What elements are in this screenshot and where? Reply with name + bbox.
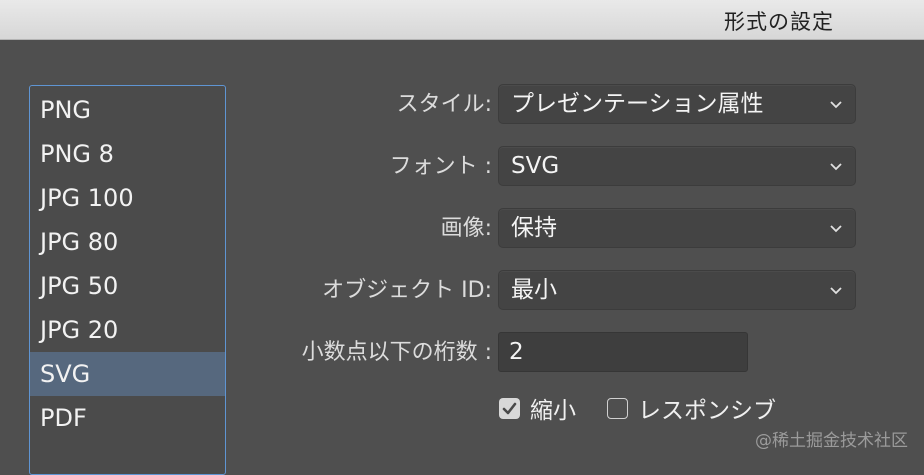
decimals-label: 小数点以下の桁数 : [301, 340, 492, 365]
minify-checkbox-box[interactable] [499, 397, 520, 419]
minify-checkbox[interactable]: 縮小 [499, 391, 576, 425]
chevron-down-icon [830, 287, 842, 295]
window-titlebar: 形式の設定 [0, 0, 924, 40]
object-id-row: オブジェクト ID: 最小 [230, 270, 870, 312]
decimals-field[interactable] [498, 332, 748, 372]
font-select[interactable]: SVG [498, 146, 856, 186]
object-id-select-value: 最小 [511, 277, 557, 303]
minify-label: 縮小 [530, 398, 576, 424]
responsive-label: レスポンシブ [638, 398, 776, 424]
format-item-pdf[interactable]: PDF [30, 396, 225, 440]
format-item-png[interactable]: PNG [30, 88, 225, 132]
chevron-down-icon [830, 163, 842, 171]
object-id-select[interactable]: 最小 [498, 270, 856, 310]
style-label: スタイル: [396, 92, 492, 117]
decimals-row: 小数点以下の桁数 : [230, 332, 870, 374]
format-item-jpg20[interactable]: JPG 20 [30, 308, 225, 352]
format-item-png8[interactable]: PNG 8 [30, 132, 225, 176]
format-item-svg[interactable]: SVG [30, 352, 225, 396]
image-select[interactable]: 保持 [498, 208, 856, 248]
image-label: 画像: [440, 216, 492, 241]
format-item-jpg50[interactable]: JPG 50 [30, 264, 225, 308]
watermark: @稀土掘金技术社区 [755, 431, 908, 451]
image-select-value: 保持 [511, 215, 557, 241]
style-select-value: プレゼンテーション属性 [511, 91, 764, 117]
responsive-checkbox[interactable]: レスポンシブ [607, 391, 776, 425]
font-row: フォント : SVG [230, 146, 870, 188]
image-row: 画像: 保持 [230, 208, 870, 250]
responsive-checkbox-box[interactable] [607, 397, 628, 419]
style-row: スタイル: プレゼンテーション属性 [230, 84, 870, 126]
format-item-jpg80[interactable]: JPG 80 [30, 220, 225, 264]
window-title: 形式の設定 [724, 10, 834, 34]
format-list[interactable]: PNG PNG 8 JPG 100 JPG 80 JPG 50 JPG 20 S… [29, 85, 226, 475]
decimals-input[interactable] [499, 333, 747, 371]
chevron-down-icon [830, 101, 842, 109]
style-select[interactable]: プレゼンテーション属性 [498, 84, 856, 124]
checkmark-icon [502, 402, 517, 414]
font-select-value: SVG [511, 153, 560, 179]
checkbox-group: 縮小 レスポンシブ [497, 391, 917, 425]
font-label: フォント : [389, 154, 492, 179]
object-id-label: オブジェクト ID: [322, 278, 492, 303]
format-item-jpg100[interactable]: JPG 100 [30, 176, 225, 220]
chevron-down-icon [830, 225, 842, 233]
